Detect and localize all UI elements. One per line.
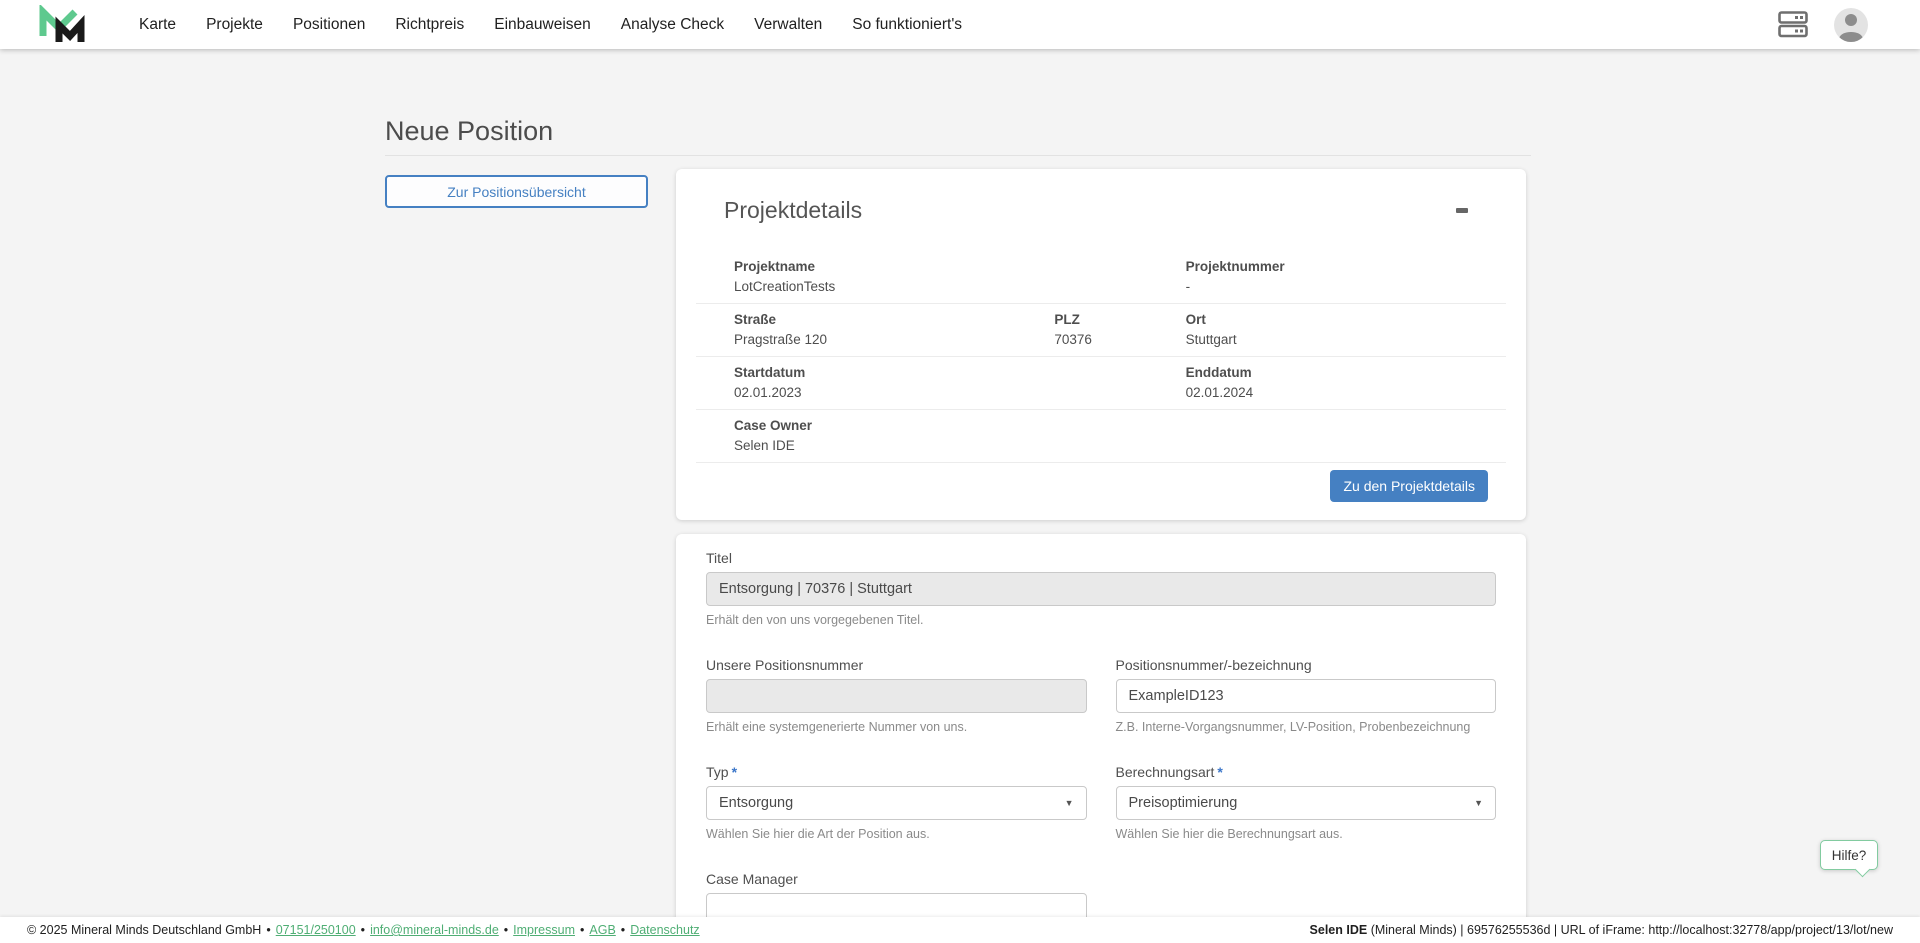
nav-item-einbauweisen[interactable]: Einbauweisen <box>494 16 591 34</box>
typ-group: Typ* Entsorgung ▼ Wählen Sie hier die Ar… <box>706 763 1087 842</box>
footer-link-datenschutz[interactable]: Datenschutz <box>630 923 699 937</box>
nav-item-projekte[interactable]: Projekte <box>206 16 263 34</box>
chevron-down-icon: ▼ <box>1065 798 1074 808</box>
main-nav: Karte Projekte Positionen Richtpreis Ein… <box>139 16 962 34</box>
footer-link-impressum[interactable]: Impressum <box>513 923 575 937</box>
projektdetails-title: Projektdetails <box>724 195 862 225</box>
positionsnummer-input[interactable] <box>1116 679 1497 713</box>
nav-item-verwalten[interactable]: Verwalten <box>754 16 822 34</box>
berechnungsart-group: Berechnungsart* Preisoptimierung ▼ Wähle… <box>1116 763 1497 842</box>
user-avatar-icon[interactable] <box>1834 8 1868 42</box>
top-navbar: Karte Projekte Positionen Richtpreis Ein… <box>0 0 1920 49</box>
unsere-positionsnummer-input <box>706 679 1087 713</box>
session-details: (Mineral Minds) | 69576255536d | URL of … <box>1367 923 1893 937</box>
titel-helper: Erhält den von uns vorgegebenen Titel. <box>706 613 1496 628</box>
footer-link-phone[interactable]: 07151/250100 <box>276 923 356 937</box>
footer-left: © 2025 Mineral Minds Deutschland GmbH•07… <box>27 923 700 937</box>
project-details-table: Projektname LotCreationTests Projektnumm… <box>696 251 1506 463</box>
titel-label: Titel <box>706 549 1496 567</box>
table-row: Case Owner Selen IDE <box>696 409 1506 463</box>
case-manager-label: Case Manager <box>706 870 1087 888</box>
server-icon[interactable] <box>1778 11 1808 38</box>
new-position-form-card: Titel Erhält den von uns vorgegebenen Ti… <box>676 534 1526 943</box>
navbar-right <box>1778 8 1868 42</box>
copyright-text: © 2025 Mineral Minds Deutschland GmbH <box>27 923 261 937</box>
table-row: Straße Pragstraße 120 PLZ 70376 Ort Stut… <box>696 303 1506 356</box>
titel-input <box>706 572 1496 606</box>
title-divider <box>385 155 1531 156</box>
berechnungsart-helper: Wählen Sie hier die Berechnungsart aus. <box>1116 827 1497 842</box>
mineral-minds-logo-icon[interactable] <box>36 5 88 45</box>
avatar-body <box>1839 32 1863 42</box>
nav-item-richtpreis[interactable]: Richtpreis <box>395 16 464 34</box>
page-title: Neue Position <box>385 116 553 147</box>
field-projektname: Projektname LotCreationTests <box>734 259 1054 295</box>
nav-item-analyse-check[interactable]: Analyse Check <box>621 16 724 34</box>
footer-link-agb[interactable]: AGB <box>589 923 615 937</box>
chevron-down-icon: ▼ <box>1474 798 1483 808</box>
field-case-owner: Case Owner Selen IDE <box>734 418 1054 454</box>
nav-item-positionen[interactable]: Positionen <box>293 16 365 34</box>
nav-item-so-funktionierts[interactable]: So funktioniert's <box>852 16 962 34</box>
hilfe-button[interactable]: Hilfe? <box>1820 840 1878 870</box>
collapse-minus-icon[interactable] <box>1456 208 1468 213</box>
typ-label: Typ* <box>706 763 1087 781</box>
projektdetails-card: Projektdetails Projektname LotCreationTe… <box>676 169 1526 520</box>
required-asterisk: * <box>1217 764 1222 780</box>
positionsnummer-helper: Z.B. Interne-Vorgangsnummer, LV-Position… <box>1116 720 1497 735</box>
positionsnummer-label: Positionsnummer/-bezeichnung <box>1116 656 1497 674</box>
required-asterisk: * <box>732 764 737 780</box>
typ-select[interactable]: Entsorgung ▼ <box>706 786 1087 820</box>
avatar-head <box>1845 14 1857 26</box>
titel-group: Titel Erhält den von uns vorgegebenen Ti… <box>706 549 1496 628</box>
zu-den-projektdetails-button[interactable]: Zu den Projektdetails <box>1330 470 1488 502</box>
table-row: Projektname LotCreationTests Projektnumm… <box>696 251 1506 303</box>
field-strasse: Straße Pragstraße 120 <box>734 312 1054 348</box>
footer-link-email[interactable]: info@mineral-minds.de <box>370 923 499 937</box>
unsere-positionsnummer-helper: Erhält eine systemgenerierte Nummer von … <box>706 720 1087 735</box>
zur-positionsuebersicht-button[interactable]: Zur Positionsübersicht <box>385 175 648 208</box>
positionsnummer-group: Positionsnummer/-bezeichnung Z.B. Intern… <box>1116 656 1497 735</box>
berechnungsart-select[interactable]: Preisoptimierung ▼ <box>1116 786 1497 820</box>
field-enddatum: Enddatum 02.01.2024 <box>1186 365 1506 401</box>
field-projektnummer: Projektnummer - <box>1186 259 1506 295</box>
unsere-positionsnummer-label: Unsere Positionsnummer <box>706 656 1087 674</box>
session-user: Selen IDE <box>1310 923 1368 937</box>
footer: © 2025 Mineral Minds Deutschland GmbH•07… <box>0 917 1920 943</box>
berechnungsart-label: Berechnungsart* <box>1116 763 1497 781</box>
table-row: Startdatum 02.01.2023 Enddatum 02.01.202… <box>696 356 1506 409</box>
unsere-positionsnummer-group: Unsere Positionsnummer Erhält eine syste… <box>706 656 1087 735</box>
field-ort: Ort Stuttgart <box>1186 312 1506 348</box>
field-plz: PLZ 70376 <box>1054 312 1185 348</box>
typ-helper: Wählen Sie hier die Art der Position aus… <box>706 827 1087 842</box>
field-startdatum: Startdatum 02.01.2023 <box>734 365 1054 401</box>
nav-item-karte[interactable]: Karte <box>139 16 176 34</box>
footer-session-info: Selen IDE (Mineral Minds) | 69576255536d… <box>1310 923 1893 937</box>
